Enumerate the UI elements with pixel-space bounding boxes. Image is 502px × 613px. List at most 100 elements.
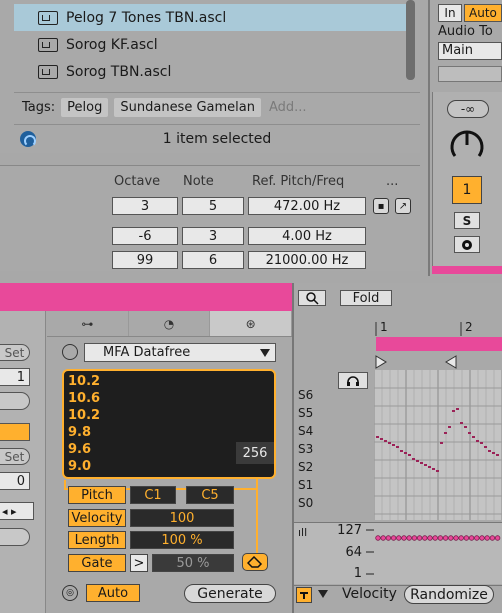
value-field[interactable]: 1	[0, 368, 30, 386]
midi-note[interactable]	[484, 446, 487, 448]
midi-note[interactable]	[412, 458, 415, 460]
midi-note[interactable]	[384, 440, 387, 442]
midi-note[interactable]	[416, 460, 419, 462]
tag-chip[interactable]: Sundanese Gamelan	[114, 98, 261, 117]
velocity-marker[interactable]	[375, 535, 381, 541]
midi-note[interactable]	[448, 426, 451, 428]
midi-note[interactable]	[400, 450, 403, 452]
data-source-select[interactable]: MFA Datafree	[84, 343, 276, 362]
midi-note[interactable]	[432, 468, 435, 470]
nav-arrows[interactable]: ◂ ▸	[0, 502, 34, 520]
velocity-marker[interactable]	[390, 535, 397, 541]
midi-note[interactable]	[376, 436, 379, 438]
gate-field[interactable]: 50 %	[152, 554, 234, 572]
randomize-button[interactable]: Randomize	[404, 585, 494, 604]
velocity-marker[interactable]	[468, 535, 475, 541]
midi-note[interactable]	[408, 454, 411, 456]
midi-note[interactable]	[420, 462, 423, 464]
link-icon[interactable]: ◎	[62, 585, 78, 601]
tab-source[interactable]: ⊛	[210, 311, 293, 336]
length-field[interactable]: 100 %	[130, 531, 234, 549]
velocity-marker[interactable]	[401, 535, 407, 541]
more-options-button[interactable]: ...	[386, 174, 398, 189]
auto-generate-toggle[interactable]: Auto	[86, 584, 140, 602]
note-field[interactable]: 5	[182, 197, 244, 215]
midi-note[interactable]	[392, 444, 395, 446]
max-freq-field[interactable]: 21000.00 Hz	[248, 251, 366, 269]
midi-note[interactable]	[428, 466, 431, 468]
refresh-icon[interactable]	[62, 344, 78, 360]
velocity-markers[interactable]	[366, 524, 502, 582]
set-button[interactable]: Set	[0, 448, 30, 465]
gate-operator-select[interactable]: >	[130, 554, 148, 572]
fold-button[interactable]: Fold	[340, 290, 392, 306]
file-row[interactable]: Sorog KF.ascl	[14, 31, 406, 58]
midi-note[interactable]	[436, 470, 439, 472]
volume-readout[interactable]: -∞	[447, 100, 489, 118]
midi-note[interactable]	[464, 426, 467, 428]
note-editor[interactable]	[374, 370, 502, 520]
velocity-marker[interactable]	[416, 535, 423, 541]
velocity-marker[interactable]	[479, 535, 485, 541]
velocity-marker[interactable]	[458, 535, 464, 541]
midi-note[interactable]	[476, 440, 479, 442]
min-note-field[interactable]: 3	[182, 227, 244, 245]
toggle-button[interactable]	[0, 528, 30, 546]
export-icon[interactable]: ↗	[395, 198, 411, 214]
octave-field[interactable]: 3	[112, 197, 178, 215]
velocity-marker[interactable]	[463, 535, 470, 541]
value-field[interactable]: 0	[0, 472, 30, 490]
midi-note[interactable]	[404, 452, 407, 454]
velocity-field[interactable]: 100	[130, 509, 234, 527]
monitor-auto-button[interactable]: Auto	[464, 4, 502, 22]
midi-note[interactable]	[468, 432, 471, 434]
midi-note[interactable]	[456, 408, 459, 410]
velocity-marker[interactable]	[406, 535, 412, 541]
velocity-marker[interactable]	[385, 535, 392, 541]
file-row-selected[interactable]: Pelog 7 Tones TBN.ascl	[14, 4, 406, 31]
file-row[interactable]: Sorog TBN.ascl	[14, 58, 406, 85]
tab-random[interactable]: ◔	[129, 311, 211, 336]
velocity-marker[interactable]	[442, 535, 449, 541]
preview-button[interactable]	[338, 372, 368, 389]
zoom-button[interactable]	[298, 290, 326, 306]
chevron-down-icon[interactable]	[318, 590, 328, 598]
active-toggle[interactable]	[0, 423, 30, 441]
browser-scrollbar[interactable]	[406, 0, 415, 80]
midi-note[interactable]	[496, 454, 499, 456]
save-icon[interactable]: ▪	[373, 198, 389, 214]
tag-chip[interactable]: Pelog	[61, 98, 109, 117]
velocity-marker[interactable]	[432, 535, 438, 541]
ref-freq-field[interactable]: 472.00 Hz	[248, 197, 366, 215]
midi-note[interactable]	[388, 442, 391, 444]
tab-sliders[interactable]: ⊶	[47, 311, 129, 336]
record-arm-button[interactable]	[454, 236, 480, 253]
velocity-marker[interactable]	[494, 535, 501, 541]
loop-brace[interactable]	[376, 337, 502, 351]
velocity-marker[interactable]	[422, 535, 428, 541]
midi-note[interactable]	[460, 422, 463, 424]
velocity-marker[interactable]	[437, 535, 444, 541]
velocity-marker[interactable]	[396, 535, 402, 541]
midi-note[interactable]	[396, 446, 399, 448]
max-note-field[interactable]: 6	[182, 251, 244, 269]
generate-button[interactable]: Generate	[184, 584, 276, 603]
midi-note[interactable]	[488, 450, 491, 452]
midi-note[interactable]	[452, 410, 455, 412]
max-octave-field[interactable]: 99	[112, 251, 178, 269]
output-channel-select[interactable]	[438, 66, 502, 82]
midi-note[interactable]	[492, 452, 495, 454]
velocity-mode-button[interactable]	[296, 587, 312, 603]
pitch-high-field[interactable]: C5	[186, 486, 234, 504]
toggle-button[interactable]	[0, 392, 30, 410]
erase-button[interactable]	[242, 553, 268, 571]
midi-note[interactable]	[380, 438, 383, 440]
velocity-marker[interactable]	[453, 535, 459, 541]
audio-output-select[interactable]: Main	[438, 42, 502, 60]
midi-note[interactable]	[444, 432, 447, 434]
velocity-marker[interactable]	[474, 535, 480, 541]
velocity-marker[interactable]	[380, 535, 386, 541]
solo-button[interactable]: S	[454, 212, 480, 229]
midi-note[interactable]	[480, 442, 483, 444]
velocity-marker[interactable]	[448, 535, 454, 541]
